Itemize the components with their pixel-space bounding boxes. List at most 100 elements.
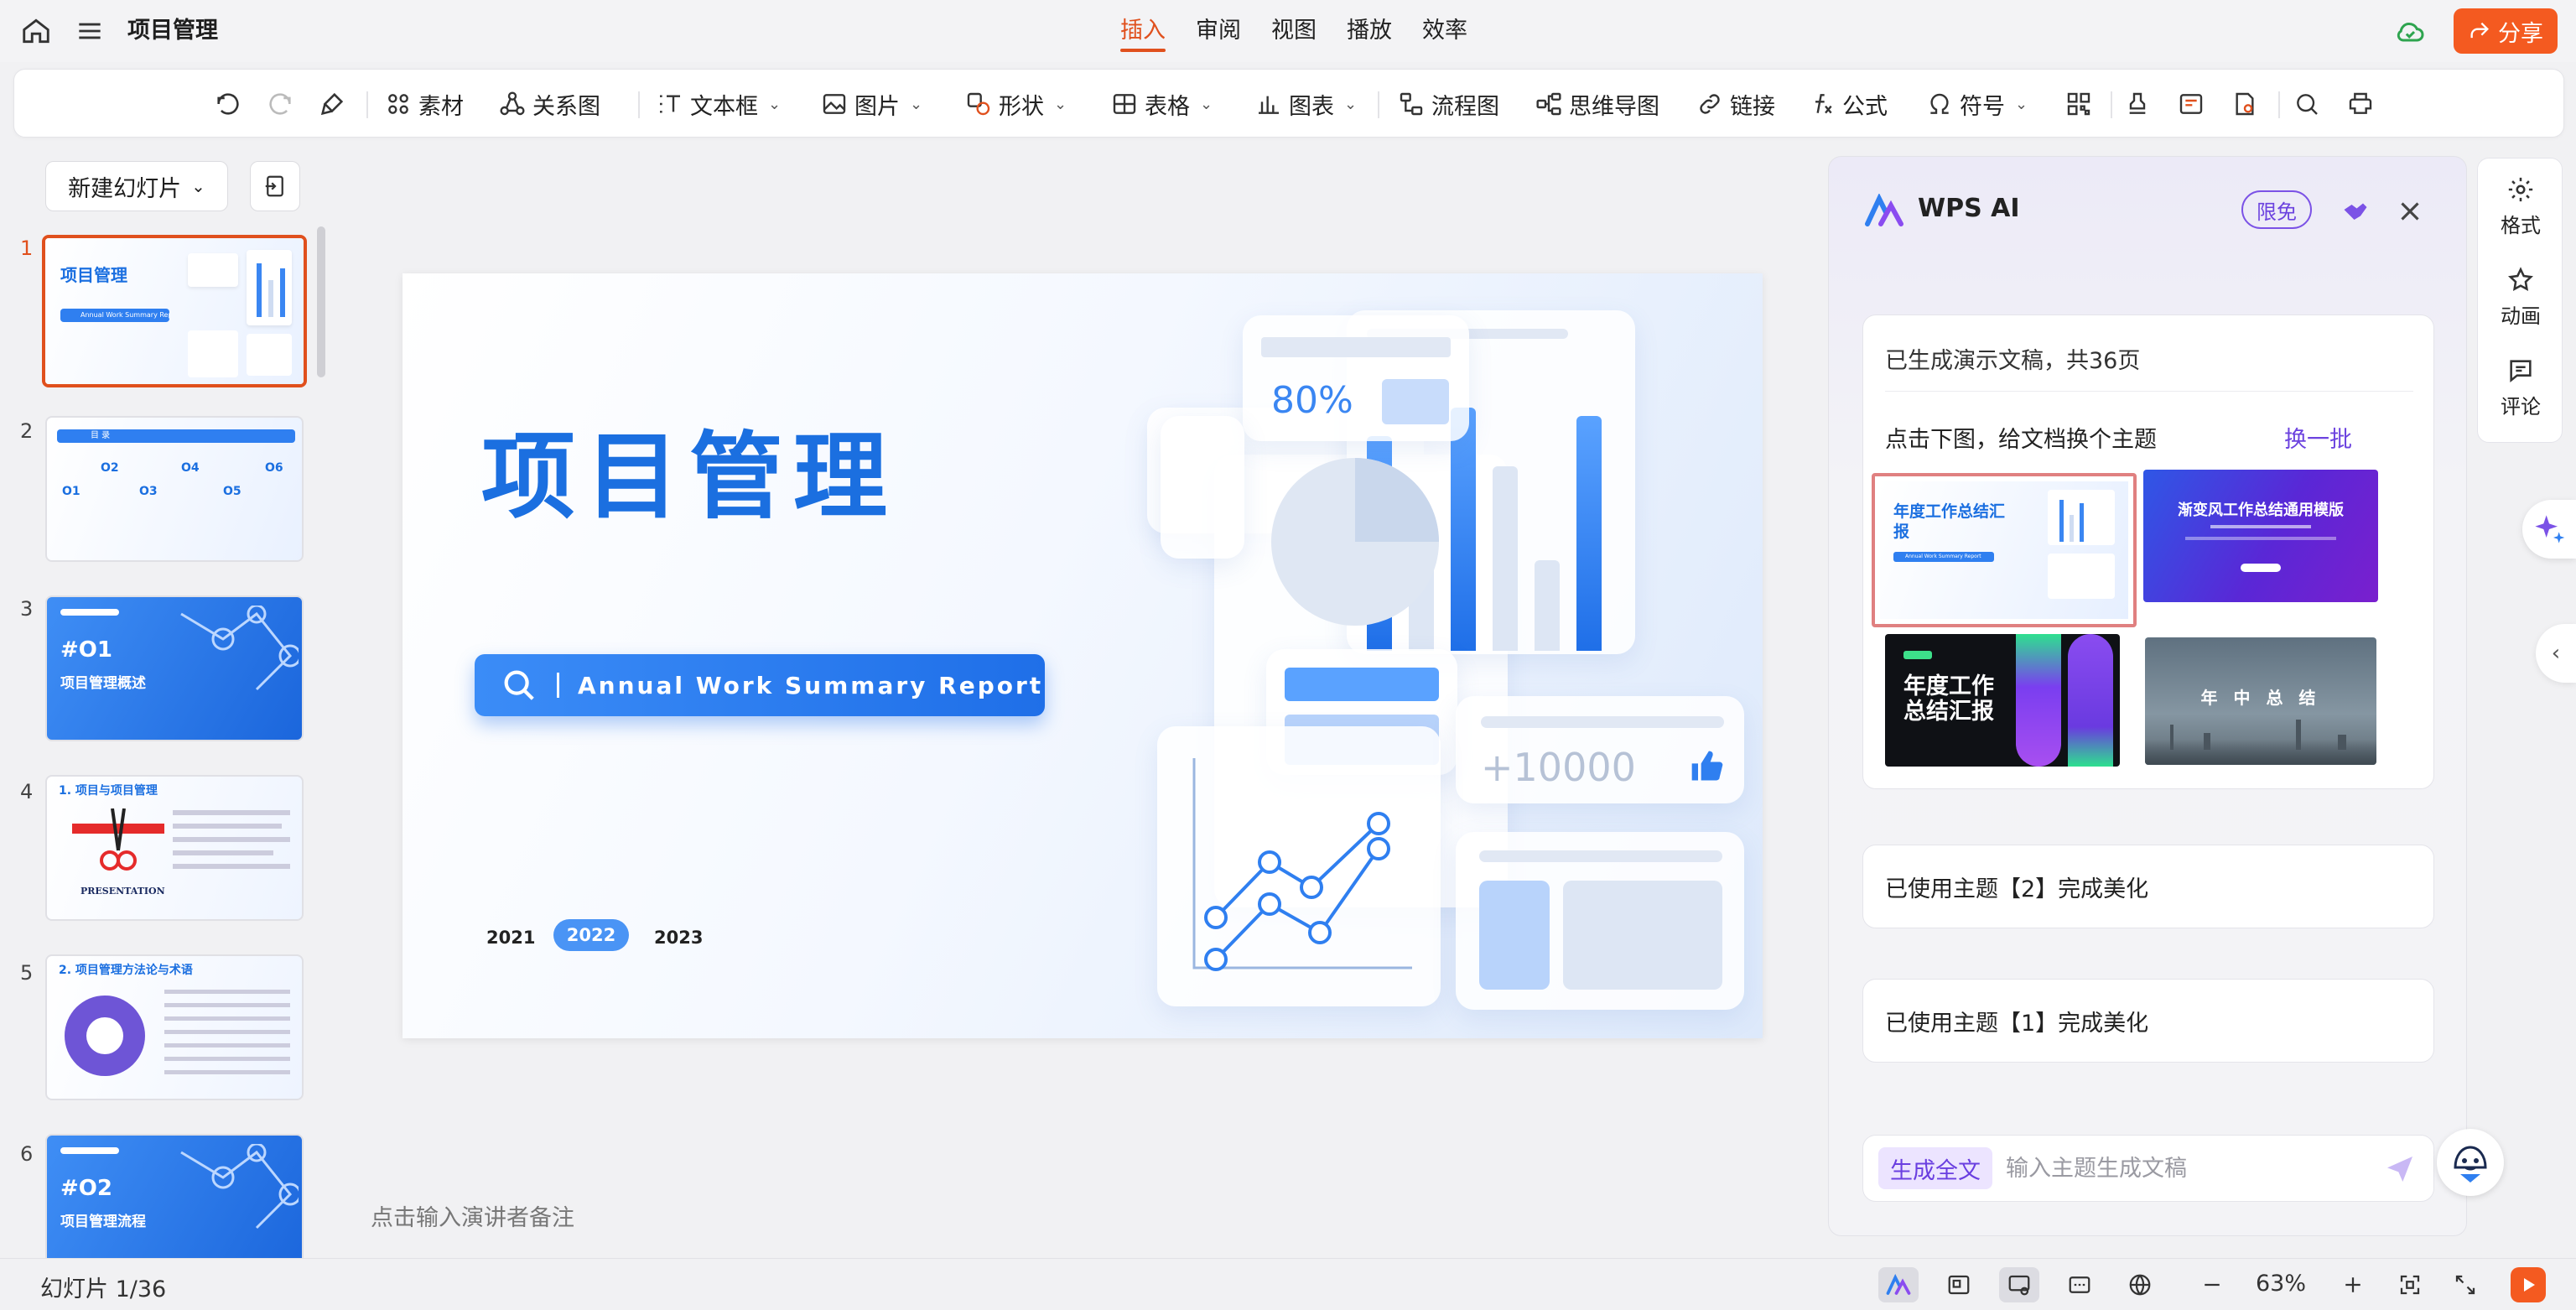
theme-option-1[interactable]: 年度工作总结汇报 Annual Work Summary Report [1872,473,2137,627]
slide-canvas[interactable]: 项目管理 Annual Work Summary Report 2021 202… [402,273,1763,1038]
tab-review[interactable]: 审阅 [1181,13,1256,49]
wps-ai-toggle[interactable] [1878,1267,1919,1302]
home-icon[interactable] [20,15,52,47]
thumb-number: 4 [20,780,34,803]
thumb-number: 6 [20,1142,34,1166]
material-button[interactable]: 素材 [385,86,464,122]
reading-view-button[interactable] [1999,1267,2039,1302]
thumb-item: O2 [101,461,119,475]
relation-chart-button[interactable]: 关系图 [499,86,600,122]
pie-graphic [65,995,145,1076]
share-button[interactable]: 分享 [2454,8,2558,54]
formula-label: 公式 [1842,93,1888,120]
normal-view-button[interactable] [1939,1267,1979,1302]
link-button[interactable]: 链接 [1696,86,1775,122]
search-button[interactable] [2293,86,2320,122]
document-check-icon [2236,92,2254,116]
tab-insert[interactable]: 插入 [1105,13,1181,52]
count-card: +10000 [1456,696,1744,803]
ai-assist-icon[interactable] [2340,197,2371,227]
slide-thumb-4[interactable]: 1. 项目与项目管理 PRESENTATION [45,775,304,921]
stat-count: +10000 [1481,745,1636,790]
theme-option-4[interactable]: 年 中 总 结 [2145,637,2376,765]
chevron-down-icon: ⌄ [1054,95,1067,113]
thumb-title: 目 录 [57,429,295,443]
qr-code-button[interactable] [2065,86,2092,122]
symbol-button[interactable]: 符号 ⌄ [1926,86,2028,122]
comment-tool[interactable]: 评论 [2478,356,2563,419]
cloud-sync-icon[interactable] [2393,15,2427,49]
generate-full-text-button[interactable]: 生成全文 [1878,1147,1992,1189]
animation-tool[interactable]: 动画 [2478,266,2563,329]
plus-icon [2345,1277,2360,1292]
flowchart-button[interactable]: 流程图 [1398,86,1499,122]
insert-ribbon: 素材 关系图 文本框 ⌄ 图片 ⌄ 形状 ⌄ 表格 ⌄ 图表 ⌄ 流程图 思维导图 链接 … [13,69,2564,138]
print-button[interactable] [2347,86,2374,122]
topic-input[interactable] [2006,1147,2358,1189]
search-icon [504,670,534,700]
header-footer-button[interactable] [2178,86,2205,122]
tab-efficiency[interactable]: 效率 [1407,13,1483,49]
formula-button[interactable]: 公式 [1809,86,1888,122]
chart-button[interactable]: 图表 ⌄ [1255,86,1357,122]
fit-icon [2400,1275,2420,1295]
speaker-notes-input[interactable]: 点击输入演讲者备注 [371,1199,574,1232]
stamp-button[interactable] [2124,86,2151,122]
play-slideshow-button[interactable] [2511,1267,2546,1302]
presenter-view-icon [2008,1275,2030,1296]
tab-view[interactable]: 视图 [1256,13,1332,49]
thumbs-up-icon [1691,751,1723,781]
slide-thumb-5[interactable]: 2. 项目管理方法论与术语 [45,954,304,1100]
relation-chart-icon [500,91,525,116]
document-check-button[interactable] [2231,86,2258,122]
slide-thumb-1[interactable]: 项目管理 Annual Work Summary Report [42,235,307,387]
redo-button[interactable] [266,86,294,122]
ribbon-divider [366,91,368,118]
format-tool[interactable]: 格式 [2478,175,2563,238]
assistant-avatar[interactable] [2437,1129,2504,1196]
search-icon [2297,94,2318,115]
year-label-active: 2022 [553,919,629,951]
ai-sparkle-button[interactable] [2522,500,2576,559]
slide-subtitle-box[interactable]: Annual Work Summary Report [475,654,1045,716]
new-slide-button[interactable]: 新建幻灯片 ⌄ [45,161,228,211]
zoom-level[interactable]: 63% [2256,1271,2306,1297]
undo-button[interactable] [214,86,242,122]
chevron-down-icon: ⌄ [768,95,782,113]
notes-view-button[interactable] [2059,1267,2100,1302]
shape-button[interactable]: 形状 ⌄ [965,86,1067,122]
slide-thumb-2[interactable]: 目 录 O1 O2 O3 O4 O5 O6 [45,416,304,562]
zoom-in-button[interactable] [2333,1267,2373,1302]
textbox-button[interactable]: 文本框 ⌄ [657,86,781,122]
network-graphic [180,606,299,691]
table-button[interactable]: 表格 ⌄ [1111,86,1213,122]
fullscreen-button[interactable] [2445,1267,2485,1302]
send-icon[interactable] [2383,1152,2417,1186]
fit-window-button[interactable] [2390,1267,2430,1302]
web-view-button[interactable] [2120,1267,2160,1302]
shape-icon [967,92,990,116]
ribbon-divider [2278,91,2280,118]
zoom-out-button[interactable] [2192,1267,2232,1302]
slide-thumb-3[interactable]: #O1 项目管理概述 [45,595,304,741]
thumbnail-scrollbar[interactable] [317,226,325,377]
thumb-item: O4 [181,461,200,475]
theme-option-2[interactable]: 渐变风工作总结通用模版 [2143,470,2378,602]
theme-option-3[interactable]: 年度工作总结汇报 [1885,634,2120,767]
textbox-label: 文本框 [690,93,758,120]
relation-chart-label: 关系图 [532,93,600,120]
collapse-panel-button[interactable]: ‹ [2536,624,2576,683]
format-painter-button[interactable] [318,86,346,122]
mindmap-button[interactable]: 思维导图 [1535,86,1659,122]
ai-panel-title: WPS AI [1918,194,2020,223]
formula-icon [1815,94,1832,114]
picture-button[interactable]: 图片 ⌄ [821,86,922,122]
close-icon[interactable] [2394,195,2426,227]
tab-play[interactable]: 播放 [1332,13,1407,49]
theme-subtitle: Annual Work Summary Report [1893,552,1994,562]
import-slide-button[interactable] [250,161,300,211]
refresh-themes-link[interactable]: 换一批 [2284,421,2352,454]
slide-title[interactable]: 项目管理 [481,401,897,537]
menu-icon[interactable] [74,15,106,47]
free-badge[interactable]: 限免 [2241,190,2312,229]
